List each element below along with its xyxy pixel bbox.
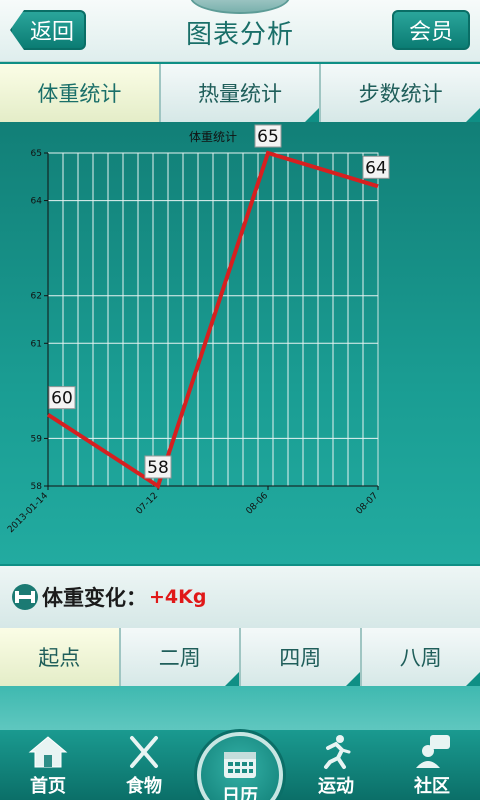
- home-icon: [28, 736, 68, 768]
- nav-home-label: 首页: [30, 776, 66, 797]
- tab-four-weeks[interactable]: 四周: [241, 628, 362, 686]
- nav-exercise-label: 运动: [318, 776, 354, 797]
- tab-calories[interactable]: 热量统计: [160, 64, 322, 122]
- tab-corner: [345, 672, 360, 686]
- x-tick-label: 08-07: [355, 491, 381, 517]
- y-tick-label: 64: [31, 197, 43, 207]
- tab-corner: [225, 672, 239, 686]
- data-label: 64: [365, 158, 387, 178]
- header: 返回 图表分析 会员: [0, 0, 480, 62]
- header-knob: [190, 0, 290, 14]
- nav-home[interactable]: 首页: [0, 730, 96, 800]
- tab-corner: [466, 672, 480, 686]
- nav-community[interactable]: 社区: [384, 730, 480, 800]
- weight-change-row: 体重变化： +4Kg: [0, 566, 480, 628]
- x-axis: 2013-01-14 07-12 08-06 08-07: [6, 485, 381, 535]
- fork-knife-icon: [130, 736, 158, 768]
- weight-chart: 体重统计 58 59 61 62 64 65 2013-01-14 07-12 08-06 08…: [6, 124, 390, 535]
- community-icon: [416, 735, 450, 768]
- calendar-icon: [224, 752, 256, 778]
- y-tick-label: 65: [31, 149, 42, 159]
- content-spacer: [0, 686, 480, 730]
- y-tick-label: 59: [31, 434, 43, 444]
- tab-corner: [305, 108, 320, 122]
- tab-weight[interactable]: 体重统计: [0, 64, 161, 122]
- weight-change-value: +4Kg: [149, 586, 207, 608]
- stats-tabs: 体重统计 热量统计 步数统计: [0, 64, 480, 122]
- data-label: 60: [51, 389, 73, 409]
- tab-steps-label: 步数统计: [358, 82, 443, 106]
- x-tick-label: 07-12: [135, 491, 161, 517]
- data-label: 65: [257, 127, 279, 147]
- tab-two-weeks-label: 二周: [158, 646, 201, 670]
- chart-panel: 体重统计 58 59 61 62 64 65 2013-01-14 07-12 08-06 08…: [0, 122, 480, 564]
- tab-two-weeks[interactable]: 二周: [120, 628, 241, 686]
- x-tick-label: 08-06: [245, 491, 271, 517]
- tab-corner: [466, 108, 480, 122]
- y-tick-label: 61: [31, 339, 42, 349]
- tab-eight-weeks-label: 八周: [399, 646, 442, 670]
- x-tick-label: 2013-01-14: [6, 491, 50, 535]
- data-label: 58: [147, 458, 169, 478]
- running-icon: [324, 735, 351, 769]
- tab-steps[interactable]: 步数统计: [321, 64, 480, 122]
- period-tabs: 起点 二周 四周 八周: [0, 628, 480, 686]
- y-tick-label: 58: [31, 482, 43, 492]
- member-button[interactable]: 会员: [392, 10, 470, 50]
- chart-title: 体重统计: [189, 130, 237, 144]
- nav-food-label: 食物: [126, 776, 162, 797]
- y-axis: 58 59 61 62 64 65: [31, 149, 49, 492]
- nav-calendar-label: 日历: [222, 786, 258, 800]
- nav-community-label: 社区: [414, 776, 450, 797]
- nav-exercise[interactable]: 运动: [288, 730, 384, 800]
- tab-eight-weeks[interactable]: 八周: [361, 628, 480, 686]
- tab-four-weeks-label: 四周: [279, 646, 322, 670]
- dumbbell-icon: [12, 584, 38, 610]
- tab-start-label: 起点: [38, 646, 81, 670]
- weight-change-label: 体重变化：: [42, 586, 147, 610]
- nav-food[interactable]: 食物: [96, 730, 192, 800]
- tab-calories-label: 热量统计: [198, 82, 282, 106]
- tab-start[interactable]: 起点: [0, 628, 121, 686]
- tab-weight-label: 体重统计: [37, 82, 122, 106]
- y-tick-label: 62: [31, 292, 42, 302]
